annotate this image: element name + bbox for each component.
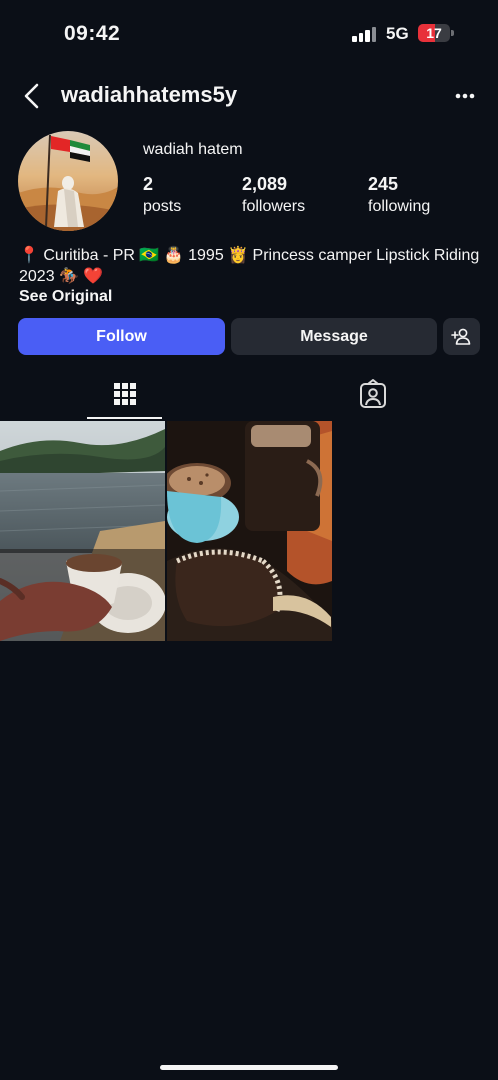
battery-cap: [451, 30, 454, 36]
following-label: following: [368, 198, 431, 215]
add-person-icon: [451, 328, 471, 345]
follow-button[interactable]: Follow: [18, 318, 225, 355]
home-indicator: [160, 1065, 338, 1070]
coffee-lake-photo: [0, 421, 165, 641]
post-thumbnail[interactable]: [0, 421, 165, 641]
profile-bio: 📍 Curitiba - PR 🇧🇷 🎂 1995 👸 Princess cam…: [19, 247, 480, 285]
posts-count: 2: [143, 174, 154, 194]
suggest-accounts-button[interactable]: [443, 318, 480, 355]
posts-label: posts: [143, 198, 182, 215]
display-name: wadiah hatem: [143, 141, 243, 158]
username-title: wadiahhatems5y: [61, 82, 238, 107]
status-time: 09:42: [64, 22, 121, 45]
active-tab-indicator: [87, 417, 162, 419]
grid-icon: [114, 383, 136, 405]
followers-count: 2,089: [242, 174, 288, 194]
more-horizontal-icon[interactable]: [450, 82, 480, 110]
battery-level: 17: [426, 25, 442, 41]
avatar[interactable]: [18, 131, 118, 231]
tab-tagged[interactable]: [335, 372, 411, 420]
followers-label: followers: [242, 198, 306, 215]
status-bar: 09:42 5G 17: [0, 0, 498, 68]
followers-stat[interactable]: 2,089 followers: [242, 174, 305, 216]
profile-header: wadiahhatems5y: [0, 74, 498, 118]
posts-stat[interactable]: 2 posts: [143, 174, 181, 216]
message-button[interactable]: Message: [231, 318, 437, 355]
signal-icon: [352, 26, 378, 42]
following-count: 245: [368, 174, 399, 194]
tagged-person-icon: [360, 379, 386, 408]
tab-posts-grid[interactable]: [87, 372, 163, 420]
network-type: 5G: [386, 24, 409, 43]
battery-icon: 17: [418, 24, 450, 42]
post-thumbnail[interactable]: [167, 421, 332, 641]
cappuccino-photo: [167, 421, 332, 641]
following-stat[interactable]: 245 following: [368, 174, 430, 216]
chevron-left-icon[interactable]: [18, 80, 48, 112]
see-original-link[interactable]: See Original: [19, 288, 112, 306]
